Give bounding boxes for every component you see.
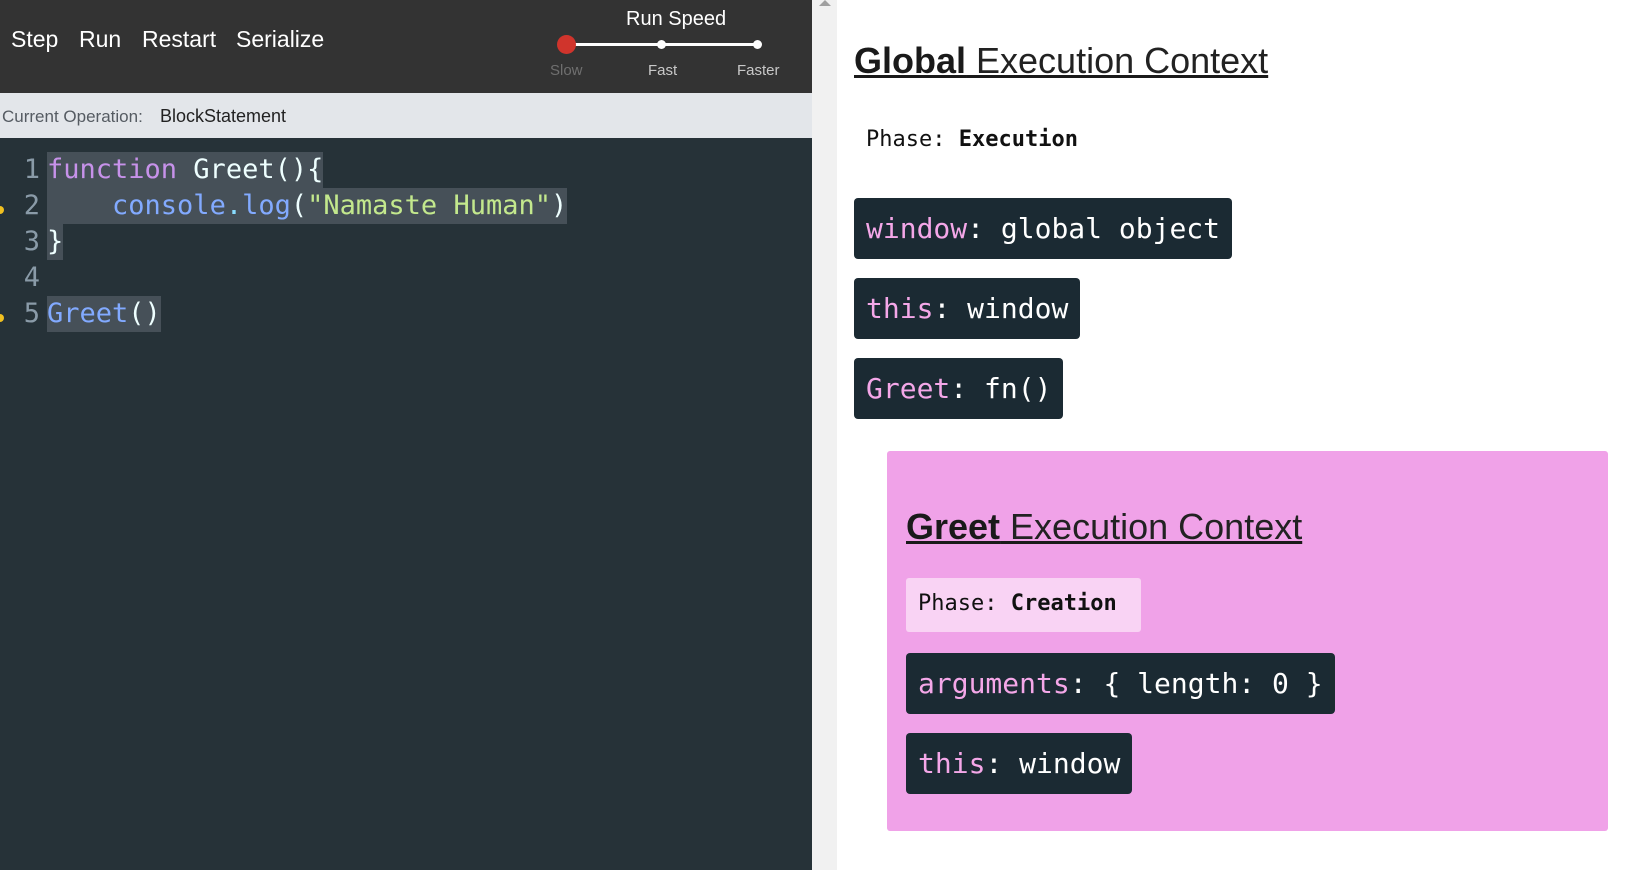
code-line[interactable]: 2 console.log("Namaste Human") [0,188,812,224]
punctuation-token: } [47,226,64,257]
identifier-token: Greet [177,154,275,185]
greet-context-title: Greet Execution Context [906,506,1302,548]
entry-key: arguments [918,667,1070,700]
global-context-title: Global Execution Context [854,40,1268,82]
code-pane: Step Run Restart Serialize Run Speed Slo… [0,0,812,870]
phase-label: Phase: [918,591,998,616]
phase-label: Phase: [866,127,946,152]
line-number: 1 [23,154,40,185]
toolbar: Step Run Restart Serialize Run Speed Slo… [0,0,812,93]
phase-value: Creation [1010,591,1117,616]
code-text[interactable]: } [47,224,64,260]
context-entry: window: global object [854,198,1233,259]
speed-label-faster: Faster [737,62,780,79]
greet-context-title-bold: Greet [906,506,1001,547]
context-entry: this: window [906,733,1133,794]
code-text[interactable]: Greet() [47,296,161,332]
line-number: 4 [23,262,40,293]
run-speed-tick-fast[interactable] [657,40,666,49]
keyword-token: function [47,154,178,185]
entry-key: window [866,212,968,245]
indent-token [47,190,112,221]
code-text[interactable]: function Greet(){ [47,152,324,188]
run-button[interactable]: Run [79,26,121,53]
code-editor[interactable]: 1 function Greet(){ 2 console.log("Namas… [0,138,812,870]
line-number: 3 [23,226,40,257]
entry-key: Greet [866,372,951,405]
speed-label-slow: Slow [550,62,583,79]
current-operation-value: BlockStatement [160,106,287,126]
code-line[interactable]: 1 function Greet(){ [0,152,812,188]
breakpoint-marker-icon[interactable] [0,314,4,322]
scroll-up-arrow-icon[interactable] [819,0,831,6]
punctuation-token: (){ [274,154,324,185]
breakpoint-marker-icon[interactable] [0,206,4,214]
pane-divider[interactable] [812,0,837,870]
run-speed-tick-faster[interactable] [753,40,762,49]
greet-execution-context: Greet Execution Context Phase: Creation … [887,451,1608,831]
current-operation-label: Current Operation: [2,107,143,126]
punctuation-token: ( [290,190,308,221]
entry-value: fn() [984,372,1052,405]
line-number: 5 [23,298,40,329]
phase-value: Execution [958,127,1078,152]
global-context-title-rest: Execution Context [966,40,1269,81]
global-phase: Phase: Execution [866,127,1078,152]
context-entry: Greet: fn() [854,358,1064,419]
greet-context-title-rest: Execution Context [1000,506,1303,547]
punctuation-token: () [128,298,161,329]
run-speed-title: Run Speed [626,8,727,30]
punctuation-token: . [225,190,243,221]
greet-phase: Phase: Creation [918,591,1117,616]
current-operation-bar: Current Operation: BlockStatement [0,93,812,138]
method-token: log [242,190,291,221]
greet-phase-badge: Phase: Creation [906,578,1141,632]
speed-label-fast: Fast [648,62,678,79]
execution-context-pane: Global Execution Context Phase: Executio… [837,0,1650,870]
entry-key: this [918,747,986,780]
punctuation-token: ) [550,190,568,221]
code-text[interactable]: console.log("Namaste Human") [47,188,568,224]
entry-value: global object [1000,212,1221,245]
restart-button[interactable]: Restart [142,26,216,53]
context-entry: this: window [854,278,1081,339]
step-button[interactable]: Step [11,26,58,53]
string-token: "Namaste Human" [307,190,551,221]
run-speed-knob[interactable] [557,35,576,54]
entry-key: this [866,292,934,325]
context-entry: arguments: { length: 0 } [906,653,1335,714]
global-context-title-bold: Global [854,40,967,81]
code-line[interactable]: 4 [0,260,812,296]
serialize-button[interactable]: Serialize [236,26,324,53]
entry-value: window [967,292,1069,325]
identifier-token: Greet [47,298,129,329]
code-line[interactable]: 3 } [0,224,812,260]
entry-value: window [1019,747,1121,780]
code-line[interactable]: 5 Greet() [0,296,812,332]
identifier-token: console [112,190,226,221]
entry-value: { length: 0 } [1103,667,1323,700]
line-number: 2 [23,190,40,221]
